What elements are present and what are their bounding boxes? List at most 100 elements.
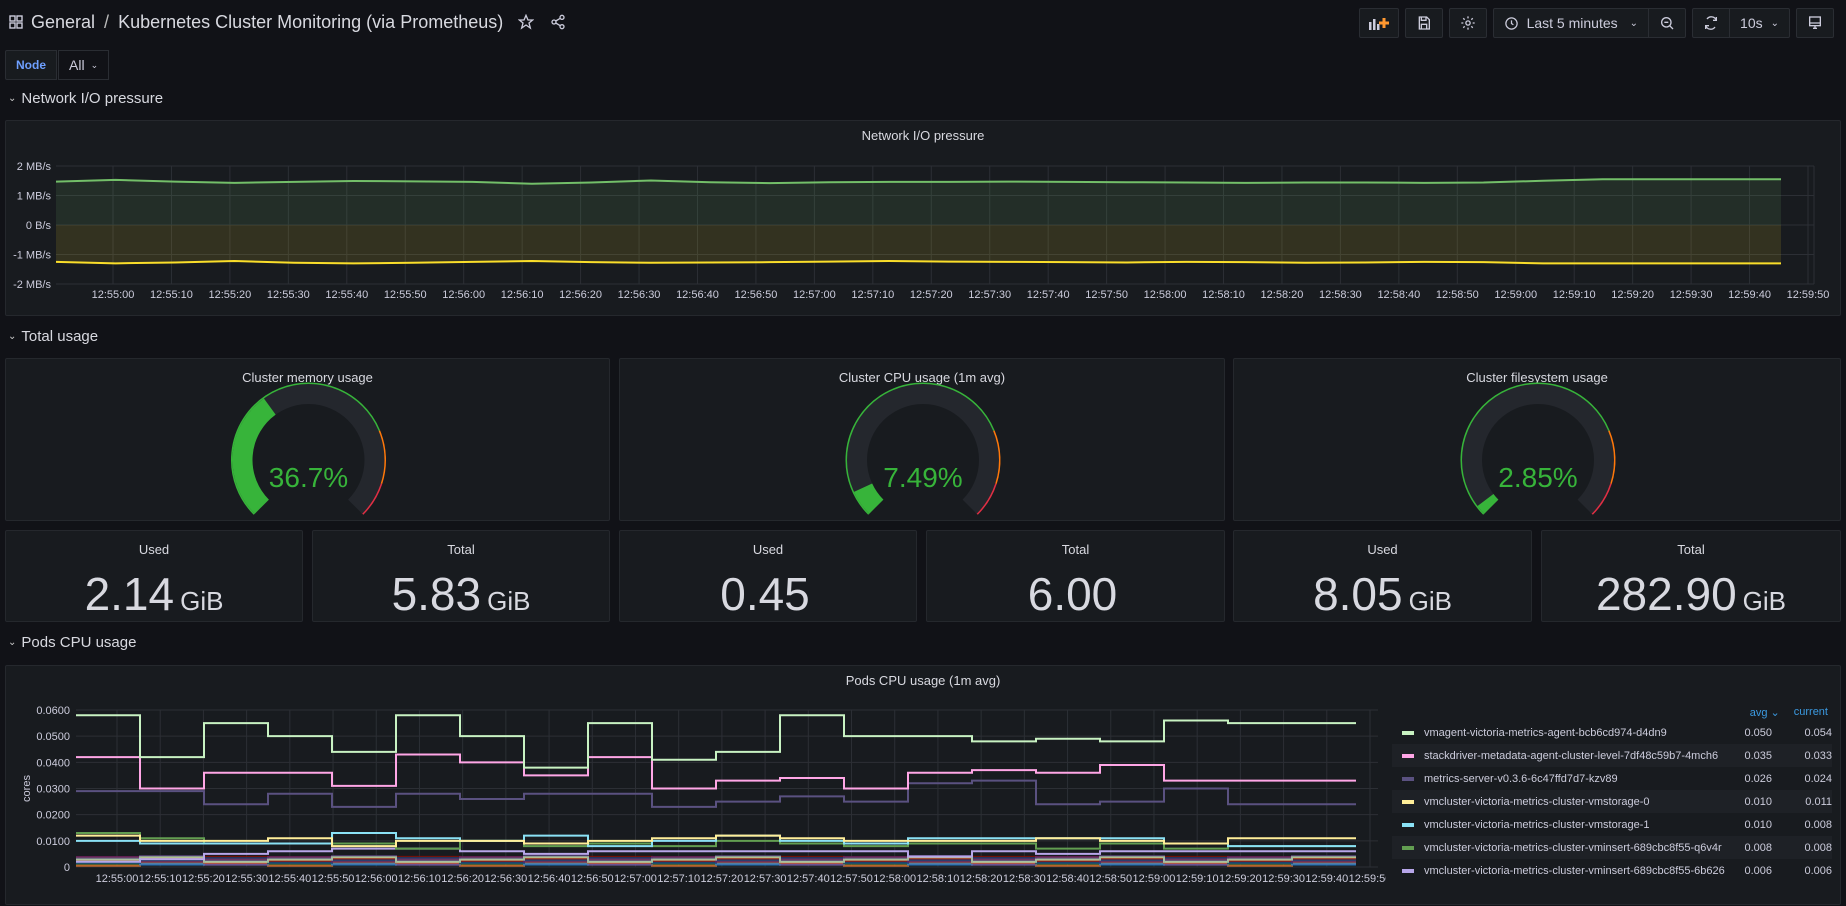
zoom-out-button[interactable] — [1648, 9, 1685, 37]
legend-current-value: 0.033 — [1804, 749, 1832, 762]
legend-item[interactable]: metrics-server-v0.3.6-6c47ffd7d7-kzv89 0.… — [1392, 767, 1832, 790]
dashboard-title[interactable]: Kubernetes Cluster Monitoring (via Prome… — [118, 12, 503, 33]
x-tick-label: 12:55:50 — [312, 873, 355, 885]
stat-unit: GiB — [1742, 586, 1787, 616]
legend-series-name: metrics-server-v0.3.6-6c47ffd7d7-kzv89 — [1424, 772, 1618, 785]
legend-avg-value: 0.035 — [1744, 749, 1772, 762]
add-panel-button[interactable] — [1358, 8, 1399, 38]
chevron-down-icon: ⌄ — [8, 331, 17, 342]
legend-series-name: vmagent-victoria-metrics-agent-bcb6cd974… — [1424, 726, 1667, 739]
y-tick-label: 0.0200 — [36, 810, 70, 822]
star-icon[interactable] — [513, 9, 539, 35]
x-tick-label: 12:59:50 — [1349, 873, 1386, 885]
x-tick-label: 12:55:00 — [92, 289, 135, 301]
x-tick-label: 12:57:00 — [793, 289, 836, 301]
x-tick-label: 12:59:40 — [1305, 873, 1348, 885]
legend-item[interactable]: vmcluster-victoria-metrics-cluster-vmsto… — [1392, 790, 1832, 813]
refresh-interval-label: 10s — [1740, 15, 1763, 31]
folder-link[interactable]: General — [31, 12, 95, 33]
x-tick-label: 12:55:40 — [325, 289, 368, 301]
refresh-interval-select[interactable]: 10s ⌄ — [1729, 9, 1789, 37]
time-picker: Last 5 minutes ⌄ — [1492, 8, 1687, 38]
y-tick-label: 0 B/s — [26, 220, 52, 232]
legend-swatch — [1402, 730, 1414, 735]
pods-cpu-chart[interactable]: 0.0600 0.0500 0.0400 0.0300 0.0200 0.0100 0 cor… — [6, 666, 1386, 906]
x-tick-label: 12:57:50 — [1085, 289, 1128, 301]
network-io-chart[interactable]: 2 MB/s 1 MB/s 0 B/s -1 MB/s -2 MB/s 12:55:00 1… — [6, 121, 1842, 317]
panel-filesystem-gauge: Cluster filesystem usage 2.85% — [1233, 358, 1841, 521]
add-panel-icon — [1368, 18, 1389, 30]
stat-number: 0.45 — [720, 568, 810, 620]
legend-sort-current[interactable]: current — [1794, 706, 1828, 718]
legend-item[interactable]: vmcluster-victoria-metrics-cluster-vmins… — [1392, 836, 1832, 859]
x-tick-label: 12:58:00 — [1144, 289, 1187, 301]
x-tick-label: 12:58:20 — [1261, 289, 1304, 301]
stat-unit: GiB — [180, 586, 224, 616]
x-tick-label: 12:56:20 — [441, 873, 484, 885]
row-network-io[interactable]: ⌄ Network I/O pressure — [8, 90, 163, 107]
stat-title: Total — [447, 542, 475, 557]
time-range-label: Last 5 minutes — [1526, 15, 1618, 31]
y-tick-label: 0.0400 — [36, 757, 70, 769]
legend-series-name: vmcluster-victoria-metrics-cluster-vmins… — [1424, 864, 1725, 877]
variable-select[interactable]: All ⌄ — [58, 50, 110, 80]
legend-avg-value: 0.010 — [1744, 795, 1772, 808]
legend-avg-value: 0.010 — [1744, 818, 1772, 831]
stat-unit: GiB — [487, 586, 531, 616]
legend-item[interactable]: vmcluster-victoria-metrics-cluster-vmsto… — [1392, 813, 1832, 836]
legend-swatch — [1402, 776, 1414, 781]
series-area-transmitted — [56, 225, 1781, 264]
x-tick-label: 12:56:00 — [355, 873, 398, 885]
stat-value: 0.45 — [620, 567, 916, 621]
stat-title: Total — [1677, 542, 1705, 557]
legend-sort-avg[interactable]: avg ⌄ — [1736, 706, 1780, 719]
x-tick-label: 12:59:00 — [1133, 873, 1176, 885]
x-tick-label: 12:55:30 — [267, 289, 310, 301]
x-tick-label: 12:59:40 — [1728, 289, 1771, 301]
legend-rows: vmagent-victoria-metrics-agent-bcb6cd974… — [1392, 721, 1832, 882]
legend-item[interactable]: vmcluster-victoria-metrics-cluster-vmins… — [1392, 859, 1832, 882]
tv-mode-button[interactable] — [1796, 8, 1834, 38]
legend-swatch — [1402, 799, 1414, 804]
dashboard-settings-button[interactable] — [1448, 8, 1487, 38]
x-tick-label: 12:58:30 — [1319, 289, 1362, 301]
stat-value: 5.83 GiB — [313, 567, 609, 621]
refresh-picker: 10s ⌄ — [1692, 8, 1790, 38]
variable-value: All — [69, 57, 85, 73]
breadcrumb: General / Kubernetes Cluster Monitoring … — [5, 12, 503, 33]
x-tick-label: 12:56:50 — [571, 873, 614, 885]
x-tick-label: 12:57:10 — [657, 873, 700, 885]
x-tick-label: 12:55:30 — [225, 873, 268, 885]
x-tick-label: 12:57:50 — [830, 873, 873, 885]
legend-item[interactable]: vmagent-victoria-metrics-agent-bcb6cd974… — [1392, 721, 1832, 744]
time-range-picker[interactable]: Last 5 minutes ⌄ — [1494, 9, 1648, 37]
stat-value: 8.05 GiB — [1234, 567, 1531, 621]
stat-value: 282.90 GiB — [1542, 567, 1840, 621]
refresh-button[interactable] — [1693, 9, 1729, 37]
stat-memory-used: Used 2.14 GiB — [5, 530, 303, 622]
gauge-value-arc — [232, 398, 276, 514]
legend-current-value: 0.008 — [1804, 818, 1832, 831]
legend-avg-value: 0.006 — [1744, 864, 1772, 877]
y-tick-label: 0.0600 — [36, 705, 70, 717]
y-tick-label: 0 — [64, 862, 70, 874]
pods-cpu-legend: avg ⌄ current vmagent-victoria-metrics-a… — [1392, 703, 1832, 882]
series-line-vmagent-victoria-metrics-agent-bcb6cd974-d4dn9 — [76, 714, 1356, 769]
variable-label: Node — [5, 50, 57, 80]
row-pods-cpu[interactable]: ⌄ Pods CPU usage — [8, 634, 136, 651]
stat-unit: GiB — [1408, 586, 1452, 616]
stat-number: 6.00 — [1027, 568, 1118, 620]
stat-number: 2.14 — [84, 568, 175, 620]
row-total-usage[interactable]: ⌄ Total usage — [8, 328, 98, 345]
x-tick-label: 12:58:20 — [960, 873, 1003, 885]
x-tick-label: 12:58:10 — [917, 873, 960, 885]
panel-network-io: Network I/O pressure 2 MB/s 1 MB/s 0 B/s -1… — [5, 120, 1841, 316]
share-icon[interactable] — [545, 9, 571, 35]
stat-number: 5.83 — [391, 568, 482, 620]
legend-item[interactable]: stackdriver-metadata-agent-cluster-level… — [1392, 744, 1832, 767]
apps-icon[interactable] — [5, 15, 27, 29]
save-dashboard-button[interactable] — [1404, 8, 1443, 38]
stat-number: 8.05 — [1313, 568, 1403, 620]
x-tick-label: 12:56:40 — [676, 289, 719, 301]
x-tick-label: 12:58:40 — [1046, 873, 1089, 885]
